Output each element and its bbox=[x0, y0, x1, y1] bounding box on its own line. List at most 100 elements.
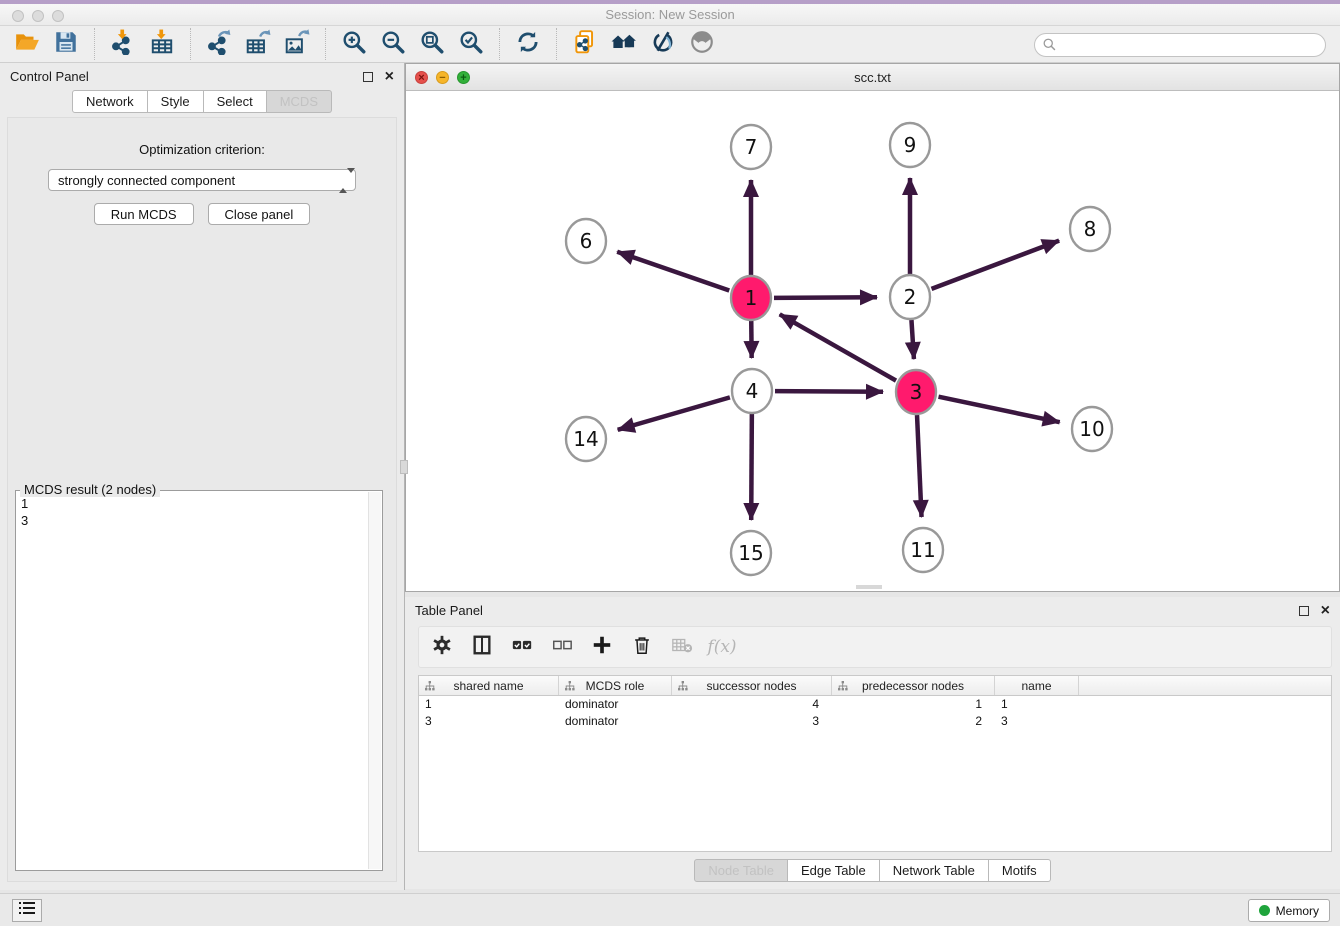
network-canvas[interactable]: 7 9 6 8 1 2 4 3 14 10 15 11 bbox=[406, 91, 1339, 591]
run-mcds-button[interactable]: Run MCDS bbox=[94, 203, 194, 225]
float-table-panel-icon[interactable] bbox=[1299, 606, 1309, 616]
close-panel-button[interactable]: Close panel bbox=[208, 203, 311, 225]
export-table-button[interactable] bbox=[243, 29, 273, 59]
insert-column-button[interactable] bbox=[469, 634, 495, 660]
table-cell[interactable]: dominator bbox=[559, 696, 672, 713]
graph-edge-3-1[interactable] bbox=[780, 314, 896, 380]
table-cell[interactable]: dominator bbox=[559, 713, 672, 730]
tab-mcds[interactable]: MCDS bbox=[267, 90, 332, 113]
table-tab-node-table[interactable]: Node Table bbox=[694, 859, 788, 882]
tab-network[interactable]: Network bbox=[72, 90, 148, 113]
graph-edge-4-15[interactable] bbox=[751, 414, 752, 520]
network-graph[interactable]: 7 9 6 8 1 2 4 3 14 10 15 11 bbox=[406, 91, 1339, 591]
graph-node-3[interactable]: 3 bbox=[896, 370, 936, 414]
add-row-button[interactable] bbox=[589, 634, 615, 660]
graph-node-6[interactable]: 6 bbox=[566, 219, 606, 263]
close-table-panel-icon[interactable] bbox=[1321, 606, 1330, 616]
graph-node-11[interactable]: 11 bbox=[903, 528, 943, 572]
table-cell[interactable]: 3 bbox=[419, 713, 559, 730]
save-session-button[interactable] bbox=[51, 29, 81, 59]
hierarchy-icon bbox=[837, 680, 849, 692]
table-cell[interactable]: 1 bbox=[832, 696, 995, 713]
delete-table-button[interactable] bbox=[669, 634, 695, 660]
apply-function-button[interactable]: f(x) bbox=[709, 634, 735, 660]
graph-edge-3-11[interactable] bbox=[917, 415, 922, 517]
table-cell[interactable]: 2 bbox=[832, 713, 995, 730]
graph-node-9[interactable]: 9 bbox=[890, 123, 930, 167]
delete-table-icon bbox=[671, 634, 693, 661]
hide-graphics-details-button[interactable] bbox=[648, 29, 678, 59]
select-all-rows-button[interactable] bbox=[509, 634, 535, 660]
refresh-layout-button[interactable] bbox=[513, 29, 543, 59]
floppy-disk-icon bbox=[53, 29, 79, 60]
statusbar: Memory bbox=[0, 893, 1340, 926]
refresh-icon bbox=[515, 29, 541, 60]
canvas-scroll-hint[interactable] bbox=[856, 585, 882, 589]
graph-edge-3-10[interactable] bbox=[939, 397, 1060, 422]
zoom-in-button[interactable] bbox=[339, 29, 369, 59]
delete-row-button[interactable] bbox=[629, 634, 655, 660]
table-row[interactable]: 1dominator411 bbox=[419, 696, 1331, 713]
clone-network-button[interactable] bbox=[570, 29, 600, 59]
export-image-button[interactable] bbox=[282, 29, 312, 59]
open-session-button[interactable] bbox=[12, 29, 42, 59]
graph-node-8[interactable]: 8 bbox=[1070, 207, 1110, 251]
column-header-mcds-role[interactable]: MCDS role bbox=[559, 676, 672, 695]
graph-node-4[interactable]: 4 bbox=[732, 369, 772, 413]
show-panels-button[interactable] bbox=[12, 899, 42, 922]
table-cell[interactable]: 1 bbox=[419, 696, 559, 713]
graph-edge-4-3[interactable] bbox=[775, 391, 883, 392]
zoom-out-button[interactable] bbox=[378, 29, 408, 59]
svg-text:14: 14 bbox=[573, 427, 598, 451]
import-table-button[interactable] bbox=[147, 29, 177, 59]
tab-select[interactable]: Select bbox=[204, 90, 267, 113]
search-input[interactable] bbox=[1034, 33, 1326, 57]
table-tab-network-table[interactable]: Network Table bbox=[880, 859, 989, 882]
graph-edge-2-8[interactable] bbox=[932, 241, 1060, 289]
mcds-result-text[interactable]: 1 3 bbox=[21, 495, 364, 866]
column-header-predecessor-nodes[interactable]: predecessor nodes bbox=[832, 676, 995, 695]
criterion-dropdown[interactable]: strongly connected component bbox=[48, 169, 356, 191]
splitter-handle[interactable] bbox=[400, 460, 408, 474]
table-cell[interactable]: 4 bbox=[672, 696, 832, 713]
zoom-fit-button[interactable] bbox=[417, 29, 447, 59]
graph-edge-2-3[interactable] bbox=[911, 320, 913, 359]
table-cell[interactable]: 3 bbox=[672, 713, 832, 730]
graph-edge-1-6[interactable] bbox=[617, 252, 729, 291]
table-options-button[interactable] bbox=[429, 634, 455, 660]
deselect-all-rows-button[interactable] bbox=[549, 634, 575, 660]
graph-node-7[interactable]: 7 bbox=[731, 125, 771, 169]
svg-text:3: 3 bbox=[910, 380, 923, 404]
zoom-selected-button[interactable] bbox=[456, 29, 486, 59]
graph-node-14[interactable]: 14 bbox=[566, 417, 606, 461]
graph-node-10[interactable]: 10 bbox=[1072, 407, 1112, 451]
graph-edge-4-14[interactable] bbox=[618, 397, 730, 429]
graph-node-2[interactable]: 2 bbox=[890, 275, 930, 319]
float-panel-icon[interactable] bbox=[363, 72, 373, 82]
column-header-successor-nodes[interactable]: successor nodes bbox=[672, 676, 832, 695]
network-window-titlebar[interactable]: scc.txt bbox=[406, 64, 1339, 91]
result-scrollbar[interactable] bbox=[368, 492, 381, 869]
control-panel-title: Control Panel bbox=[10, 69, 89, 84]
memory-button[interactable]: Memory bbox=[1248, 899, 1330, 922]
table-row[interactable]: 3dominator323 bbox=[419, 713, 1331, 730]
open-cyndex-button[interactable] bbox=[609, 29, 639, 59]
column-header-shared-name[interactable]: shared name bbox=[419, 676, 559, 695]
table-cell[interactable]: 3 bbox=[995, 713, 1079, 730]
table-tab-edge-table[interactable]: Edge Table bbox=[788, 859, 880, 882]
import-network-button[interactable] bbox=[108, 29, 138, 59]
show-hide-panels-button[interactable] bbox=[687, 29, 717, 59]
tab-style[interactable]: Style bbox=[148, 90, 204, 113]
column-header-name[interactable]: name bbox=[995, 676, 1079, 695]
toolbar-separator bbox=[190, 28, 191, 60]
export-network-button[interactable] bbox=[204, 29, 234, 59]
close-panel-icon[interactable] bbox=[385, 72, 394, 82]
mcds-panel: Optimization criterion: strongly connect… bbox=[7, 117, 397, 882]
table-tab-motifs[interactable]: Motifs bbox=[989, 859, 1051, 882]
list-icon bbox=[19, 901, 35, 920]
graph-edge-1-2[interactable] bbox=[774, 297, 877, 298]
graph-node-1[interactable]: 1 bbox=[731, 276, 771, 320]
graph-node-15[interactable]: 15 bbox=[731, 531, 771, 575]
table-cell[interactable]: 1 bbox=[995, 696, 1079, 713]
node-table[interactable]: shared nameMCDS rolesuccessor nodesprede… bbox=[418, 675, 1332, 852]
